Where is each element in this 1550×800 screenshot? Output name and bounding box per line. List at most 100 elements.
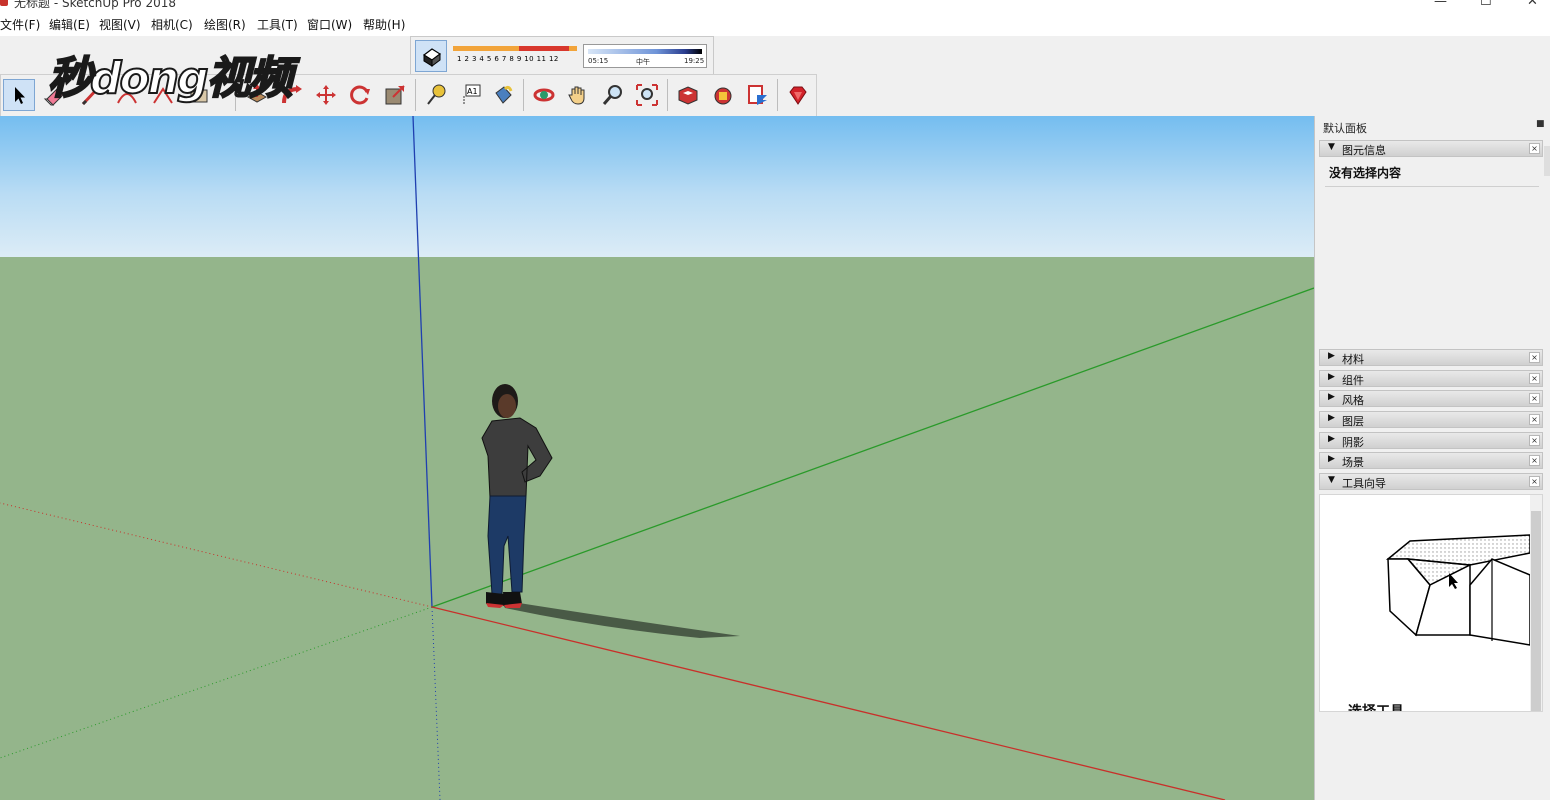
video-watermark-logo: 秒dong视频 xyxy=(47,42,294,105)
panel-scrollbar[interactable] xyxy=(1544,146,1550,176)
scene-svg xyxy=(0,116,1314,800)
send-to-layout-button[interactable] xyxy=(741,79,773,111)
svg-text:A1: A1 xyxy=(467,87,478,96)
close-icon[interactable]: × xyxy=(1529,143,1540,154)
text-tool-icon: A1 xyxy=(463,84,481,104)
window-title: 无标题 - SketchUp Pro 2018 xyxy=(14,0,176,10)
tray-layers[interactable]: ▶ 图层 × xyxy=(1319,411,1543,428)
zoom-button[interactable] xyxy=(597,79,629,111)
close-icon[interactable]: × xyxy=(1529,373,1540,384)
rotate-tool-button[interactable] xyxy=(344,79,376,111)
menu-camera[interactable]: 相机(C) xyxy=(151,16,193,33)
orbit-button[interactable] xyxy=(528,79,560,111)
text-tool-button[interactable]: A1 xyxy=(455,79,487,111)
extension-warehouse-button[interactable] xyxy=(707,79,739,111)
rotate-tool-icon xyxy=(350,85,370,105)
close-icon[interactable]: × xyxy=(1529,435,1540,446)
scale-figure[interactable] xyxy=(481,384,553,608)
modeling-viewport[interactable] xyxy=(0,116,1314,800)
send-to-layout-icon xyxy=(748,85,767,105)
tray-components[interactable]: ▶ 组件 × xyxy=(1319,370,1543,387)
blue-axis-negative xyxy=(431,606,441,800)
close-icon[interactable]: × xyxy=(1529,476,1540,487)
collapsed-arrow-icon: ▶ xyxy=(1328,351,1335,361)
close-icon[interactable]: × xyxy=(1529,352,1540,363)
tray-instructor[interactable]: ▼ 工具向导 × xyxy=(1319,473,1543,490)
maximize-button[interactable]: ☐ xyxy=(1480,0,1492,9)
instructor-scrollbar-thumb[interactable] xyxy=(1531,511,1541,711)
tray-label: 组件 xyxy=(1342,374,1364,387)
menu-tools[interactable]: 工具(T) xyxy=(257,16,298,33)
select-tool-icon xyxy=(15,87,25,104)
3d-warehouse-icon xyxy=(678,86,698,105)
move-tool-button[interactable] xyxy=(310,79,342,111)
pin-icon[interactable]: ■ xyxy=(1536,119,1545,129)
tape-measure-button[interactable] xyxy=(420,79,452,111)
shadow-toolbar: 1 2 3 4 5 6 7 8 9 10 11 12 05:15 中午 19:2… xyxy=(410,36,714,76)
close-button[interactable]: ✕ xyxy=(1527,0,1538,9)
ruby-console-button[interactable] xyxy=(782,79,814,111)
month-labels: 1 2 3 4 5 6 7 8 9 10 11 12 xyxy=(457,55,559,63)
menu-window[interactable]: 窗口(W) xyxy=(307,16,352,33)
collapsed-arrow-icon: ▶ xyxy=(1328,454,1335,464)
shadow-toggle-button[interactable] xyxy=(415,40,447,72)
tray-label: 阴影 xyxy=(1342,436,1364,449)
green-axis-negative xyxy=(0,606,433,759)
tray-label: 场景 xyxy=(1342,456,1364,469)
menu-help[interactable]: 帮助(H) xyxy=(363,16,405,33)
pan-hand-icon xyxy=(568,86,585,105)
title-bar: 无标题 - SketchUp Pro 2018 — ☐ ✕ xyxy=(0,0,1550,12)
blue-axis xyxy=(412,116,433,608)
red-axis-negative xyxy=(0,502,433,608)
house-illustration xyxy=(1385,534,1530,646)
zoom-extents-button[interactable] xyxy=(631,79,663,111)
time-slider[interactable]: 05:15 中午 19:25 xyxy=(583,44,707,68)
instructor-caption: 选择工具 xyxy=(1348,704,1404,712)
sketchup-app-icon xyxy=(0,0,8,6)
select-tool-button[interactable] xyxy=(3,79,35,111)
ruby-extension-icon xyxy=(789,86,807,105)
collapsed-arrow-icon: ▶ xyxy=(1328,392,1335,402)
pan-button[interactable] xyxy=(562,79,594,111)
time-end-label: 19:25 xyxy=(684,57,705,65)
menu-file[interactable]: 文件(F) xyxy=(0,16,40,33)
month-slider[interactable] xyxy=(453,46,577,51)
entity-info-body: 没有选择内容 xyxy=(1319,158,1543,348)
paint-bucket-icon xyxy=(495,85,513,104)
instructor-content: 选择工具 xyxy=(1319,494,1543,712)
scale-tool-button[interactable] xyxy=(379,79,411,111)
extension-warehouse-icon xyxy=(714,87,732,105)
time-start-label: 05:15 xyxy=(588,57,609,65)
watermark-text: 秒dong视频 xyxy=(47,52,294,105)
red-axis xyxy=(431,606,1226,800)
tray-label: 图层 xyxy=(1342,415,1364,428)
minimize-button[interactable]: — xyxy=(1434,0,1447,9)
tray-label: 工具向导 xyxy=(1342,477,1386,490)
menu-edit[interactable]: 编辑(E) xyxy=(49,16,90,33)
panel-title: 默认面板 xyxy=(1323,122,1367,135)
tray-entity-info[interactable]: ▼ 图元信息 × xyxy=(1319,140,1543,157)
time-noon-label: 中午 xyxy=(636,58,650,66)
zoom-icon xyxy=(602,85,622,105)
entity-info-text: 没有选择内容 xyxy=(1329,166,1402,180)
expanded-arrow-icon: ▼ xyxy=(1328,475,1335,485)
menu-bar: 文件(F) 编辑(E) 视图(V) 相机(C) 绘图(R) 工具(T) 窗口(W… xyxy=(0,12,1550,36)
close-icon[interactable]: × xyxy=(1529,455,1540,466)
tray-shadows[interactable]: ▶ 阴影 × xyxy=(1319,432,1543,449)
tray-scenes[interactable]: ▶ 场景 × xyxy=(1319,452,1543,469)
collapsed-arrow-icon: ▶ xyxy=(1328,434,1335,444)
menu-view[interactable]: 视图(V) xyxy=(99,16,141,33)
3d-warehouse-button[interactable] xyxy=(672,79,704,111)
menu-draw[interactable]: 绘图(R) xyxy=(204,16,246,33)
green-axis xyxy=(431,287,1314,608)
tray-styles[interactable]: ▶ 风格 × xyxy=(1319,390,1543,407)
tray-materials[interactable]: ▶ 材料 × xyxy=(1319,349,1543,366)
move-tool-icon xyxy=(316,85,336,105)
close-icon[interactable]: × xyxy=(1529,414,1540,425)
expanded-arrow-icon: ▼ xyxy=(1328,142,1335,152)
tray-label: 图元信息 xyxy=(1342,144,1386,157)
paint-bucket-button[interactable] xyxy=(487,79,519,111)
orbit-icon xyxy=(533,88,555,102)
close-icon[interactable]: × xyxy=(1529,393,1540,404)
tray-label: 材料 xyxy=(1342,353,1364,366)
